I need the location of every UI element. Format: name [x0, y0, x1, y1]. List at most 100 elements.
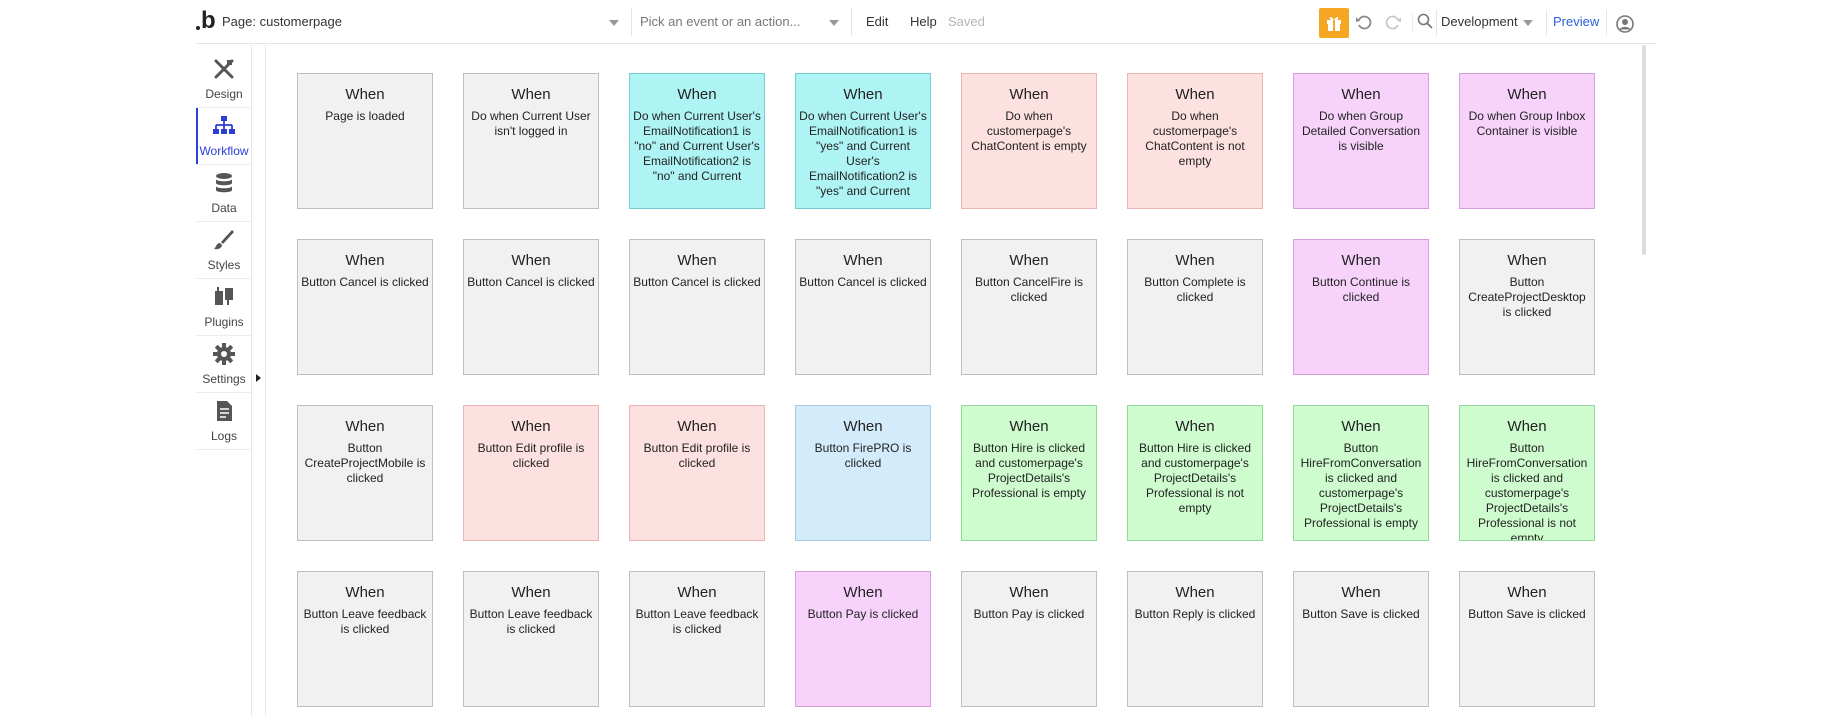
workflow-condition-text: Button HireFromConversation is clicked a…: [1300, 441, 1422, 530]
workflow-event-card[interactable]: When Button Leave feedback is clicked: [629, 571, 765, 707]
workflow-condition-text: Button Cancel is clicked: [467, 275, 595, 289]
redo-icon: [1385, 15, 1401, 30]
page-selector[interactable]: Page: customerpage: [222, 8, 632, 36]
sidebar-item-label: Styles: [207, 258, 241, 272]
user-avatar-icon: [1616, 15, 1634, 33]
workflow-event-card[interactable]: When Button HireFromConversation is click…: [1459, 405, 1595, 541]
save-status: Saved: [948, 14, 985, 29]
gift-button[interactable]: [1319, 8, 1349, 38]
workflow-when-label: When: [1009, 252, 1049, 269]
sidebar-item-plugins[interactable]: Plugins: [196, 279, 252, 335]
workflow-event-card[interactable]: When Button Leave feedback is clicked: [463, 571, 599, 707]
workflow-canvas[interactable]: When Page is loaded When Do when Current Us…: [265, 45, 1645, 716]
divider: [1436, 10, 1437, 36]
preview-link[interactable]: Preview: [1553, 8, 1599, 36]
workflow-event-card[interactable]: When Button Reply is clicked: [1127, 571, 1263, 707]
workflow-condition-text: Do when Group Inbox Container is visible: [1468, 109, 1586, 138]
help-menu[interactable]: Help: [910, 8, 937, 36]
workflow-event-card[interactable]: When Button Save is clicked: [1459, 571, 1595, 707]
workflow-event-card[interactable]: When Button Complete is clicked: [1127, 239, 1263, 375]
chevron-down-icon: [1523, 20, 1533, 26]
workflow-condition-text: Button Leave feedback is clicked: [469, 607, 593, 636]
workflow-event-card[interactable]: When Button Continue is clicked: [1293, 239, 1429, 375]
sidebar-item-settings[interactable]: Settings: [196, 336, 252, 392]
workflow-condition-text: Button Cancel is clicked: [799, 275, 927, 289]
redo-button[interactable]: [1383, 12, 1405, 34]
workflow-when-label: When: [1009, 584, 1049, 601]
workflow-event-card[interactable]: When Do when Group Detailed Conversation …: [1293, 73, 1429, 209]
workflow-when-label: When: [1175, 252, 1215, 269]
workflow-event-card[interactable]: When Do when customerpage's ChatContent i…: [961, 73, 1097, 209]
workflow-when-label: When: [843, 86, 883, 103]
expand-panel-arrow-icon[interactable]: [256, 374, 261, 382]
search-button[interactable]: [1412, 13, 1433, 33]
document-icon: [217, 401, 232, 421]
workflow-condition-text: Button HireFromConversation is clicked a…: [1466, 441, 1588, 541]
workflow-condition-text: Button Save is clicked: [1302, 607, 1420, 621]
workflow-when-label: When: [1507, 418, 1547, 435]
sidebar-item-data[interactable]: Data: [196, 165, 252, 221]
workflow-when-label: When: [677, 86, 717, 103]
workflow-event-card[interactable]: When Button Hire is clicked and customerp…: [961, 405, 1097, 541]
workflow-event-card[interactable]: When Button HireFromConversation is click…: [1293, 405, 1429, 541]
workflow-when-label: When: [1175, 86, 1215, 103]
vertical-scrollbar[interactable]: [1642, 45, 1646, 255]
workflow-when-label: When: [511, 584, 551, 601]
workflow-event-card[interactable]: When Button CreateProjectDesktop is click…: [1459, 239, 1595, 375]
workflow-event-card[interactable]: When Do when customerpage's ChatContent i…: [1127, 73, 1263, 209]
workflow-event-card[interactable]: When Do when Current User's EmailNotifica…: [629, 73, 765, 209]
sidebar-item-workflow[interactable]: Workflow: [196, 108, 252, 164]
workflow-event-card[interactable]: When Button Edit profile is clicked: [629, 405, 765, 541]
sidebar-item-label: Settings: [202, 372, 246, 386]
workflow-event-card[interactable]: When Button Edit profile is clicked: [463, 405, 599, 541]
environment-selector[interactable]: Development: [1441, 8, 1541, 36]
edit-menu[interactable]: Edit: [866, 8, 888, 36]
top-bar: b Page: customerpage Pick an event or an…: [196, 0, 1656, 44]
chevron-down-icon: [829, 20, 839, 26]
workflow-when-label: When: [511, 252, 551, 269]
workflow-when-label: When: [843, 418, 883, 435]
workflow-condition-text: Button FirePRO is clicked: [814, 441, 912, 470]
sidebar-item-styles[interactable]: Styles: [196, 222, 252, 278]
workflow-condition-text: Do when customerpage's ChatContent is em…: [971, 109, 1087, 153]
workflow-event-card[interactable]: When Button CreateProjectMobile is clicke…: [297, 405, 433, 541]
account-button[interactable]: [1616, 15, 1634, 33]
undo-button[interactable]: [1354, 12, 1376, 34]
workflow-condition-text: Button Leave feedback is clicked: [303, 607, 427, 636]
workflow-condition-text: Button Pay is clicked: [807, 607, 919, 621]
workflow-event-card[interactable]: When Page is loaded: [297, 73, 433, 209]
sidebar-item-design[interactable]: Design: [196, 51, 252, 107]
workflow-when-label: When: [1009, 86, 1049, 103]
workflow-condition-text: Button Continue is clicked: [1311, 275, 1411, 304]
workflow-when-label: When: [677, 418, 717, 435]
workflow-event-card[interactable]: When Button Save is clicked: [1293, 571, 1429, 707]
workflow-event-card[interactable]: When Button Leave feedback is clicked: [297, 571, 433, 707]
workflow-event-card[interactable]: When Button Pay is clicked: [961, 571, 1097, 707]
workflow-event-card[interactable]: When Button Pay is clicked: [795, 571, 931, 707]
workflow-event-card[interactable]: When Button Cancel is clicked: [463, 239, 599, 375]
workflow-when-label: When: [677, 252, 717, 269]
workflow-event-card[interactable]: When Button CancelFire is clicked: [961, 239, 1097, 375]
workflow-event-card[interactable]: When Button Hire is clicked and customerp…: [1127, 405, 1263, 541]
workflow-when-label: When: [345, 418, 385, 435]
workflow-condition-text: Do when customerpage's ChatContent is no…: [1145, 109, 1245, 168]
page-selector-label: Page: customerpage: [222, 14, 342, 29]
event-action-picker[interactable]: Pick an event or an action...: [640, 8, 852, 36]
workflow-condition-text: Button Leave feedback is clicked: [635, 607, 759, 636]
workflow-when-label: When: [1341, 86, 1381, 103]
sidebar-item-logs[interactable]: Logs: [196, 393, 252, 449]
workflow-event-card[interactable]: When Do when Group Inbox Container is vis…: [1459, 73, 1595, 209]
workflow-event-card[interactable]: When Do when Current User's EmailNotifica…: [795, 73, 931, 209]
workflow-condition-text: Do when Current User isn't logged in: [471, 109, 591, 138]
workflow-event-card[interactable]: When Button Cancel is clicked: [297, 239, 433, 375]
workflow-when-label: When: [1175, 584, 1215, 601]
workflow-event-card[interactable]: When Do when Current User isn't logged in: [463, 73, 599, 209]
workflow-event-card[interactable]: When Button Cancel is clicked: [795, 239, 931, 375]
workflow-event-card[interactable]: When Button FirePRO is clicked: [795, 405, 931, 541]
workflow-event-card[interactable]: When Button Cancel is clicked: [629, 239, 765, 375]
workflow-condition-text: Button Edit profile is clicked: [643, 441, 751, 470]
workflow-when-label: When: [843, 584, 883, 601]
environment-label: Development: [1441, 14, 1518, 29]
bubble-logo-icon[interactable]: b: [196, 8, 220, 34]
sidebar-item-label: Plugins: [204, 315, 244, 329]
